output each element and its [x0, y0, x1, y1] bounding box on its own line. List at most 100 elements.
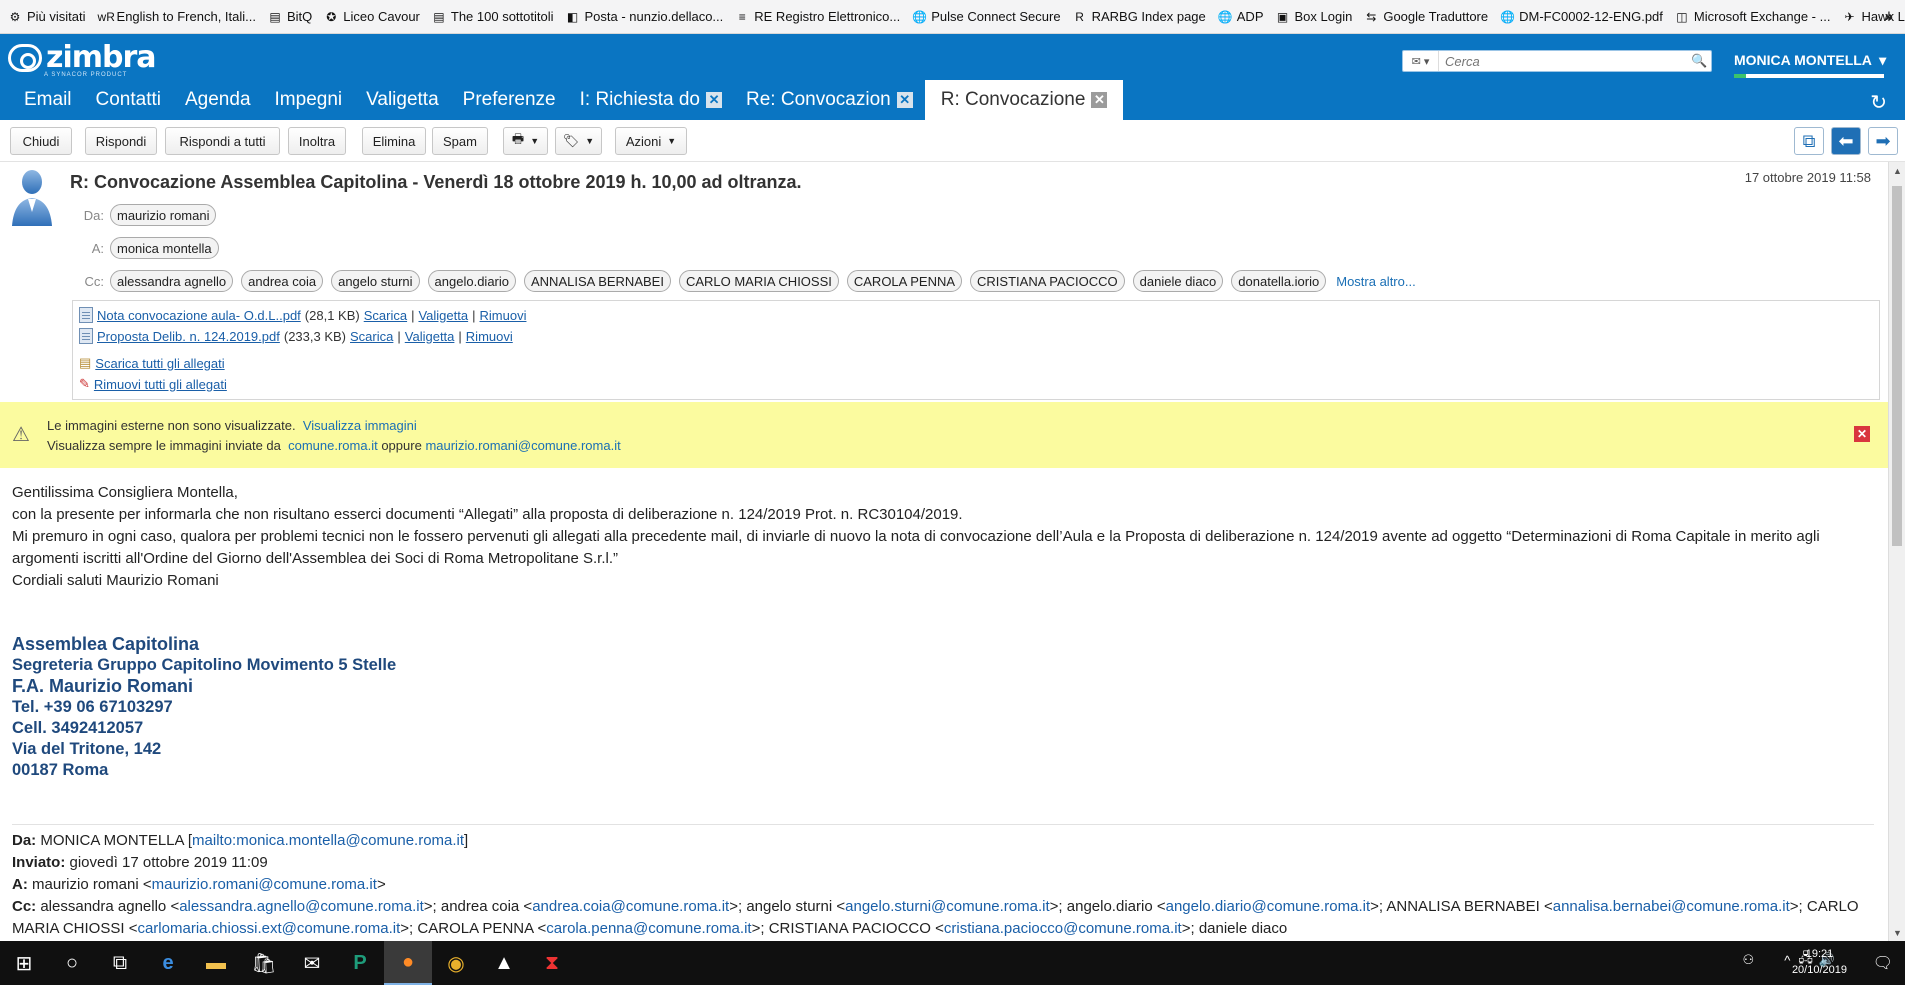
- close-tab-icon[interactable]: ✕: [706, 92, 723, 108]
- attachment-briefcase-link[interactable]: Valigetta: [405, 329, 455, 344]
- quoted-from-mailto[interactable]: mailto:monica.montella@comune.roma.it: [192, 832, 464, 849]
- close-tab-icon[interactable]: ✕: [896, 92, 913, 108]
- close-tab-icon[interactable]: ✕: [1091, 92, 1108, 108]
- reply-button[interactable]: Rispondi: [85, 127, 157, 155]
- bookmark-item[interactable]: ▣ Box Login: [1276, 9, 1353, 24]
- tag-button[interactable]: 🏷 ▼: [555, 127, 602, 155]
- quoted-cc-mail[interactable]: andrea.coia@comune.roma.it: [532, 898, 729, 915]
- bookmark-item[interactable]: ⇆ Google Traduttore: [1364, 9, 1488, 24]
- always-show-sender-link[interactable]: maurizio.romani@comune.roma.it: [425, 438, 620, 453]
- bookmark-item[interactable]: R RARBG Index page: [1073, 9, 1206, 24]
- quoted-cc-mail[interactable]: angelo.diario@comune.roma.it: [1166, 898, 1371, 915]
- store-icon[interactable]: 🛍: [240, 941, 288, 985]
- attachment-remove-link[interactable]: Rimuovi: [466, 329, 513, 344]
- cc-address-pill[interactable]: CAROLA PENNA: [846, 270, 963, 292]
- quoted-to-mail[interactable]: maurizio.romani@comune.roma.it: [152, 876, 377, 893]
- zimbra-logo[interactable]: zimbra: [8, 40, 157, 75]
- search-icon[interactable]: 🔍: [1691, 53, 1711, 69]
- chrome-icon[interactable]: ◉: [432, 941, 480, 985]
- forward-button[interactable]: Inoltra: [288, 127, 346, 155]
- cc-address-pill[interactable]: daniele diaco: [1132, 270, 1224, 292]
- cc-address-pill[interactable]: ANNALISA BERNABEI: [524, 270, 671, 292]
- cc-address-pill[interactable]: alessandra agnello: [110, 270, 234, 292]
- attachment-link[interactable]: Proposta Delib. n. 124.2019.pdf: [97, 329, 280, 344]
- tab-contatti[interactable]: Contatti: [84, 80, 173, 120]
- search-scope-dropdown[interactable]: ✉ ▾: [1403, 51, 1439, 71]
- actions-button[interactable]: Azioni ▼: [615, 127, 687, 155]
- cc-address-pill[interactable]: angelo.diario: [427, 270, 516, 292]
- tab-agenda[interactable]: Agenda: [173, 80, 263, 120]
- tab-email[interactable]: Email: [0, 80, 84, 120]
- clock[interactable]: 19:21 20/10/2019: [1792, 946, 1847, 978]
- cc-address-pill[interactable]: angelo sturni: [331, 270, 420, 292]
- always-show-domain-link[interactable]: comune.roma.it: [288, 438, 378, 453]
- detach-window-icon[interactable]: ⧉: [1794, 127, 1824, 155]
- tab-r-convocazione[interactable]: R: Convocazione ✕: [924, 80, 1124, 120]
- firefox-icon[interactable]: ●: [384, 941, 432, 985]
- quoted-cc-mail[interactable]: annalisa.bernabei@comune.roma.it: [1553, 898, 1790, 915]
- message-scrollbar[interactable]: ▲ ▼: [1888, 162, 1905, 942]
- bookmark-item[interactable]: 🌐 ADP: [1218, 9, 1264, 24]
- search-circle-icon[interactable]: ○: [48, 941, 96, 985]
- cc-address-pill[interactable]: CRISTIANA PACIOCCO: [970, 270, 1125, 292]
- bookmark-item[interactable]: 🌐 DM-FC0002-12-ENG.pdf: [1500, 9, 1663, 24]
- quoted-cc-mail[interactable]: angelo.sturni@comune.roma.it: [845, 898, 1050, 915]
- scroll-up-icon[interactable]: ▲: [1893, 166, 1902, 176]
- refresh-icon[interactable]: ↻: [1870, 90, 1887, 115]
- bookmark-item[interactable]: ✪ Liceo Cavour: [324, 9, 420, 24]
- scrollbar-thumb[interactable]: [1892, 186, 1902, 546]
- close-button[interactable]: Chiudi: [10, 127, 72, 155]
- cc-address-pill[interactable]: donatella.iorio: [1231, 270, 1327, 292]
- notifications-icon[interactable]: 🗨: [1873, 953, 1893, 973]
- bookmark-item[interactable]: ▤ The 100 sottotitoli: [432, 9, 553, 24]
- windows-start-icon[interactable]: ⊞: [0, 941, 48, 985]
- file-explorer-icon[interactable]: ▬: [192, 941, 240, 985]
- quoted-cc-mail[interactable]: cristiana.paciocco@comune.roma.it: [944, 920, 1182, 937]
- delete-button[interactable]: Elimina: [362, 127, 426, 155]
- to-address-pill[interactable]: monica montella: [110, 237, 219, 259]
- edge-browser-icon[interactable]: e: [144, 941, 192, 985]
- quoted-cc-mail[interactable]: carlomaria.chiossi.ext@comune.roma.it: [137, 920, 400, 937]
- attachment-remove-link[interactable]: Rimuovi: [480, 308, 527, 323]
- bookmark-item[interactable]: wR English to French, Itali...: [98, 9, 256, 24]
- photos-icon[interactable]: ▲: [480, 941, 528, 985]
- bookmark-item[interactable]: ◧ Posta - nunzio.dellaco...: [566, 9, 723, 24]
- bookmark-item[interactable]: ◫ Microsoft Exchange - ...: [1675, 9, 1830, 24]
- tab-i-richiesta-do[interactable]: I: Richiesta do ✕: [568, 80, 734, 120]
- download-all-link[interactable]: Scarica tutti gli allegati: [95, 356, 224, 371]
- tab-preferenze[interactable]: Preferenze: [451, 80, 568, 120]
- search-input[interactable]: [1439, 53, 1691, 69]
- scroll-down-icon[interactable]: ▼: [1893, 928, 1902, 938]
- attachment-briefcase-link[interactable]: Valigetta: [418, 308, 468, 323]
- bookmark-item[interactable]: ✈ Hawk Legend Downlo...: [1842, 9, 1905, 24]
- attachment-link[interactable]: Nota convocazione aula- O.d.L..pdf: [97, 308, 301, 323]
- people-icon[interactable]: ⚇: [1743, 952, 1755, 968]
- close-icon[interactable]: ✕: [1854, 426, 1870, 442]
- quoted-cc-mail[interactable]: carola.penna@comune.roma.it: [546, 920, 751, 937]
- tab-re-convocazion[interactable]: Re: Convocazion ✕: [734, 80, 925, 120]
- mail-app-icon[interactable]: ✉: [288, 941, 336, 985]
- quoted-cc-mail[interactable]: alessandra.agnello@comune.roma.it: [179, 898, 424, 915]
- task-view-icon[interactable]: ⧉: [96, 941, 144, 985]
- tab-valigetta[interactable]: Valigetta: [354, 80, 451, 120]
- cc-address-pill[interactable]: andrea coia: [241, 270, 324, 292]
- bookmark-item[interactable]: ⚙ Più visitati: [8, 9, 86, 24]
- publisher-icon[interactable]: P: [336, 941, 384, 985]
- next-message-icon[interactable]: ➡: [1868, 127, 1898, 155]
- cc-address-pill[interactable]: CARLO MARIA CHIOSSI: [678, 270, 839, 292]
- show-more-link[interactable]: Mostra altro...: [1336, 274, 1415, 289]
- tray-expand-icon[interactable]: ^: [1784, 953, 1790, 968]
- spam-button[interactable]: Spam: [432, 127, 488, 155]
- attachment-download-link[interactable]: Scarica: [350, 329, 393, 344]
- bookmarks-overflow-icon[interactable]: »: [1885, 8, 1893, 25]
- bookmark-item[interactable]: ▤ BitQ: [268, 9, 312, 24]
- acrobat-icon[interactable]: ⧗: [528, 941, 576, 985]
- bookmark-item[interactable]: 🌐 Pulse Connect Secure: [912, 9, 1060, 24]
- print-button[interactable]: 🖶 ▼: [503, 127, 548, 155]
- previous-message-icon[interactable]: ⬅: [1831, 127, 1861, 155]
- bookmark-item[interactable]: ≡ RE Registro Elettronico...: [735, 9, 900, 24]
- tab-impegni[interactable]: Impegni: [263, 80, 355, 120]
- user-menu[interactable]: MONICA MONTELLA ▾: [1734, 52, 1886, 69]
- from-address-pill[interactable]: maurizio romani: [110, 204, 217, 226]
- remove-all-link[interactable]: Rimuovi tutti gli allegati: [94, 377, 227, 392]
